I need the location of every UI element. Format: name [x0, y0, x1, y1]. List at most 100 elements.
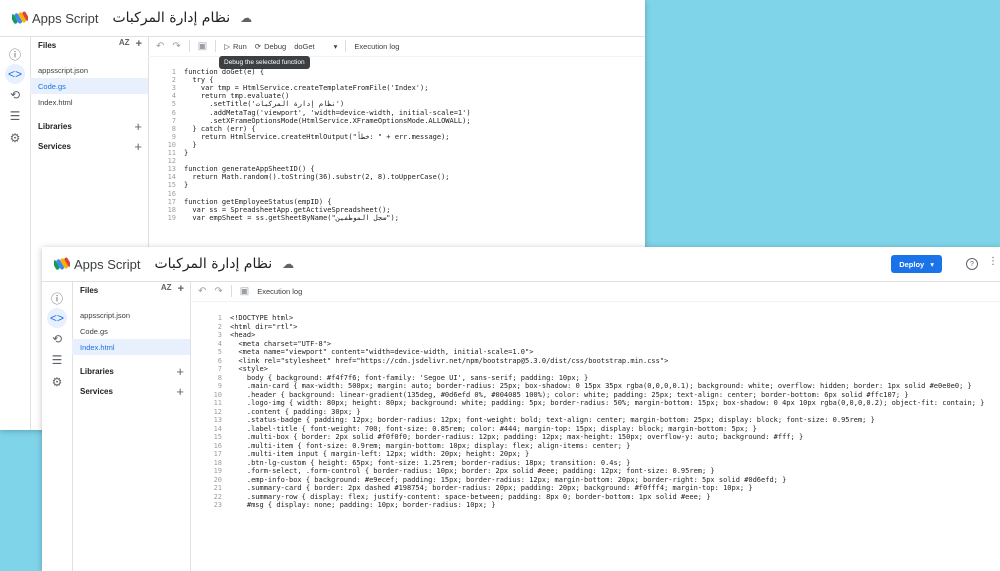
- deploy-button[interactable]: Deploy ▾: [891, 255, 942, 273]
- libraries-section[interactable]: Libraries +: [72, 361, 190, 381]
- line-number: 22: [213, 492, 222, 501]
- toolbar-divider: [215, 40, 217, 52]
- info-icon[interactable]: ⓘ: [47, 288, 67, 308]
- add-file-icon[interactable]: +: [178, 283, 184, 295]
- function-select[interactable]: doGet ▾: [294, 42, 337, 51]
- save-icon[interactable]: ▣: [240, 286, 249, 297]
- redo-icon[interactable]: ↷: [172, 41, 180, 52]
- line-number: 14: [213, 424, 222, 433]
- code-line: <html dir="rtl">: [230, 322, 298, 331]
- services-section[interactable]: Services +: [30, 136, 148, 156]
- undo-icon[interactable]: ↶: [156, 41, 164, 52]
- redo-icon[interactable]: ↷: [214, 286, 222, 297]
- code-line: }: [184, 181, 189, 190]
- file-item-index-html[interactable]: Index.html: [30, 94, 148, 110]
- line-number: 4: [171, 92, 176, 101]
- add-library-icon[interactable]: +: [176, 364, 184, 379]
- services-label: Services: [38, 141, 71, 151]
- code-editor-index-html[interactable]: 1 <!DOCTYPE html> 2 <html dir="rtl"> 3 <head>…: [190, 312, 1000, 571]
- line-number: 18: [167, 205, 176, 214]
- services-label: Services: [80, 386, 113, 396]
- history-icon[interactable]: ⟲: [5, 85, 25, 105]
- line-number: 17: [213, 450, 222, 458]
- editor-toolbar: ↶ ↷ ▣ Execution log: [190, 281, 1000, 302]
- left-rail: ⓘ <> ⟲ ☰ ⚙: [0, 36, 31, 430]
- line-number: 8: [217, 373, 222, 382]
- code-icon[interactable]: <>: [5, 64, 25, 84]
- app-name[interactable]: Apps Script: [32, 11, 98, 26]
- run-button[interactable]: ▷ Run: [224, 42, 247, 51]
- project-title[interactable]: نظام إدارة المركبات: [112, 10, 230, 26]
- code-line: .setXFrameOptionsMode(HtmlService.XFrame…: [184, 116, 471, 125]
- line-number: 7: [217, 365, 222, 373]
- code-line: function doGet(e) {: [184, 68, 265, 76]
- files-label: Files: [38, 40, 57, 50]
- line-number: 1: [217, 314, 222, 322]
- line-number: 15: [213, 433, 222, 441]
- code-line: var ss = SpreadsheetApp.getActiveSpreads…: [184, 205, 391, 214]
- triggers-icon[interactable]: ☰: [47, 350, 67, 370]
- app-name[interactable]: Apps Script: [74, 257, 140, 272]
- apps-script-logo[interactable]: [54, 257, 70, 271]
- line-number: 2: [217, 322, 222, 331]
- line-number: 18: [213, 458, 222, 467]
- settings-icon[interactable]: ⚙: [47, 372, 67, 392]
- code-line: <style>: [230, 365, 268, 373]
- line-number: 21: [213, 484, 222, 492]
- project-title[interactable]: نظام إدارة المركبات: [154, 256, 272, 272]
- add-service-icon[interactable]: +: [134, 139, 142, 154]
- line-number: 3: [171, 84, 176, 93]
- top-bar: Apps Script نظام إدارة المركبات ☁: [0, 0, 645, 37]
- line-number: 14: [167, 173, 176, 182]
- add-file-icon[interactable]: +: [136, 38, 142, 50]
- add-library-icon[interactable]: +: [134, 119, 142, 134]
- code-line: .summary-row { display: flex; justify-co…: [230, 492, 711, 501]
- execution-log-button[interactable]: Execution log: [257, 287, 302, 296]
- code-line: var tmp = HtmlService.createTemplateFrom…: [184, 84, 429, 93]
- settings-icon[interactable]: ⚙: [5, 128, 25, 148]
- line-number: 16: [167, 189, 176, 198]
- more-options-icon[interactable]: ⋮: [988, 256, 998, 267]
- file-item-appsscript-json[interactable]: appsscript.json: [30, 62, 148, 78]
- file-item-appsscript-json[interactable]: appsscript.json: [72, 307, 190, 323]
- undo-icon[interactable]: ↶: [198, 286, 206, 297]
- libraries-section[interactable]: Libraries +: [30, 116, 148, 136]
- file-item-code-gs[interactable]: Code.gs: [30, 78, 148, 94]
- chevron-down-icon: ▾: [333, 41, 338, 51]
- line-number: 12: [167, 157, 176, 166]
- save-icon[interactable]: ▣: [198, 41, 207, 52]
- file-item-code-gs[interactable]: Code.gs: [72, 323, 190, 339]
- line-number: 5: [171, 100, 176, 109]
- code-line: .emp-info-box { background: #e9ecef; pad…: [230, 475, 787, 484]
- code-line: function getEmployeeStatus(empID) {: [184, 197, 332, 206]
- sort-icon[interactable]: AZ: [161, 283, 172, 295]
- function-select-value: doGet: [294, 41, 315, 51]
- services-section[interactable]: Services +: [72, 381, 190, 401]
- file-item-index-html[interactable]: Index.html: [72, 339, 190, 355]
- cloud-icon: ☁: [240, 11, 253, 25]
- triggers-icon[interactable]: ☰: [5, 106, 25, 126]
- debug-button[interactable]: ⟳ Debug: [255, 42, 286, 51]
- debug-icon: ⟳: [254, 41, 262, 51]
- line-number: 15: [167, 181, 176, 190]
- files-header: Files AZ +: [72, 281, 190, 299]
- code-line: <!DOCTYPE html>: [230, 314, 294, 322]
- code-line: return tmp.evaluate(): [184, 92, 290, 101]
- line-number: 12: [213, 407, 222, 416]
- code-line: .label-title { font-weight: 700; font-si…: [230, 424, 757, 433]
- info-icon[interactable]: ⓘ: [5, 44, 25, 64]
- line-number: 17: [167, 197, 176, 206]
- history-icon[interactable]: ⟲: [47, 329, 67, 349]
- toolbar-divider: [345, 40, 347, 52]
- line-number: 1: [171, 68, 176, 76]
- execution-log-button[interactable]: Execution log: [354, 42, 399, 51]
- line-number: 5: [217, 348, 222, 356]
- code-line: try {: [184, 76, 214, 85]
- add-service-icon[interactable]: +: [176, 384, 184, 399]
- apps-script-logo[interactable]: [12, 11, 28, 25]
- toolbar-divider: [230, 285, 232, 297]
- code-icon[interactable]: <>: [47, 308, 67, 328]
- line-number: 20: [213, 475, 222, 484]
- help-icon[interactable]: ?: [966, 258, 978, 270]
- sort-icon[interactable]: AZ: [119, 38, 130, 50]
